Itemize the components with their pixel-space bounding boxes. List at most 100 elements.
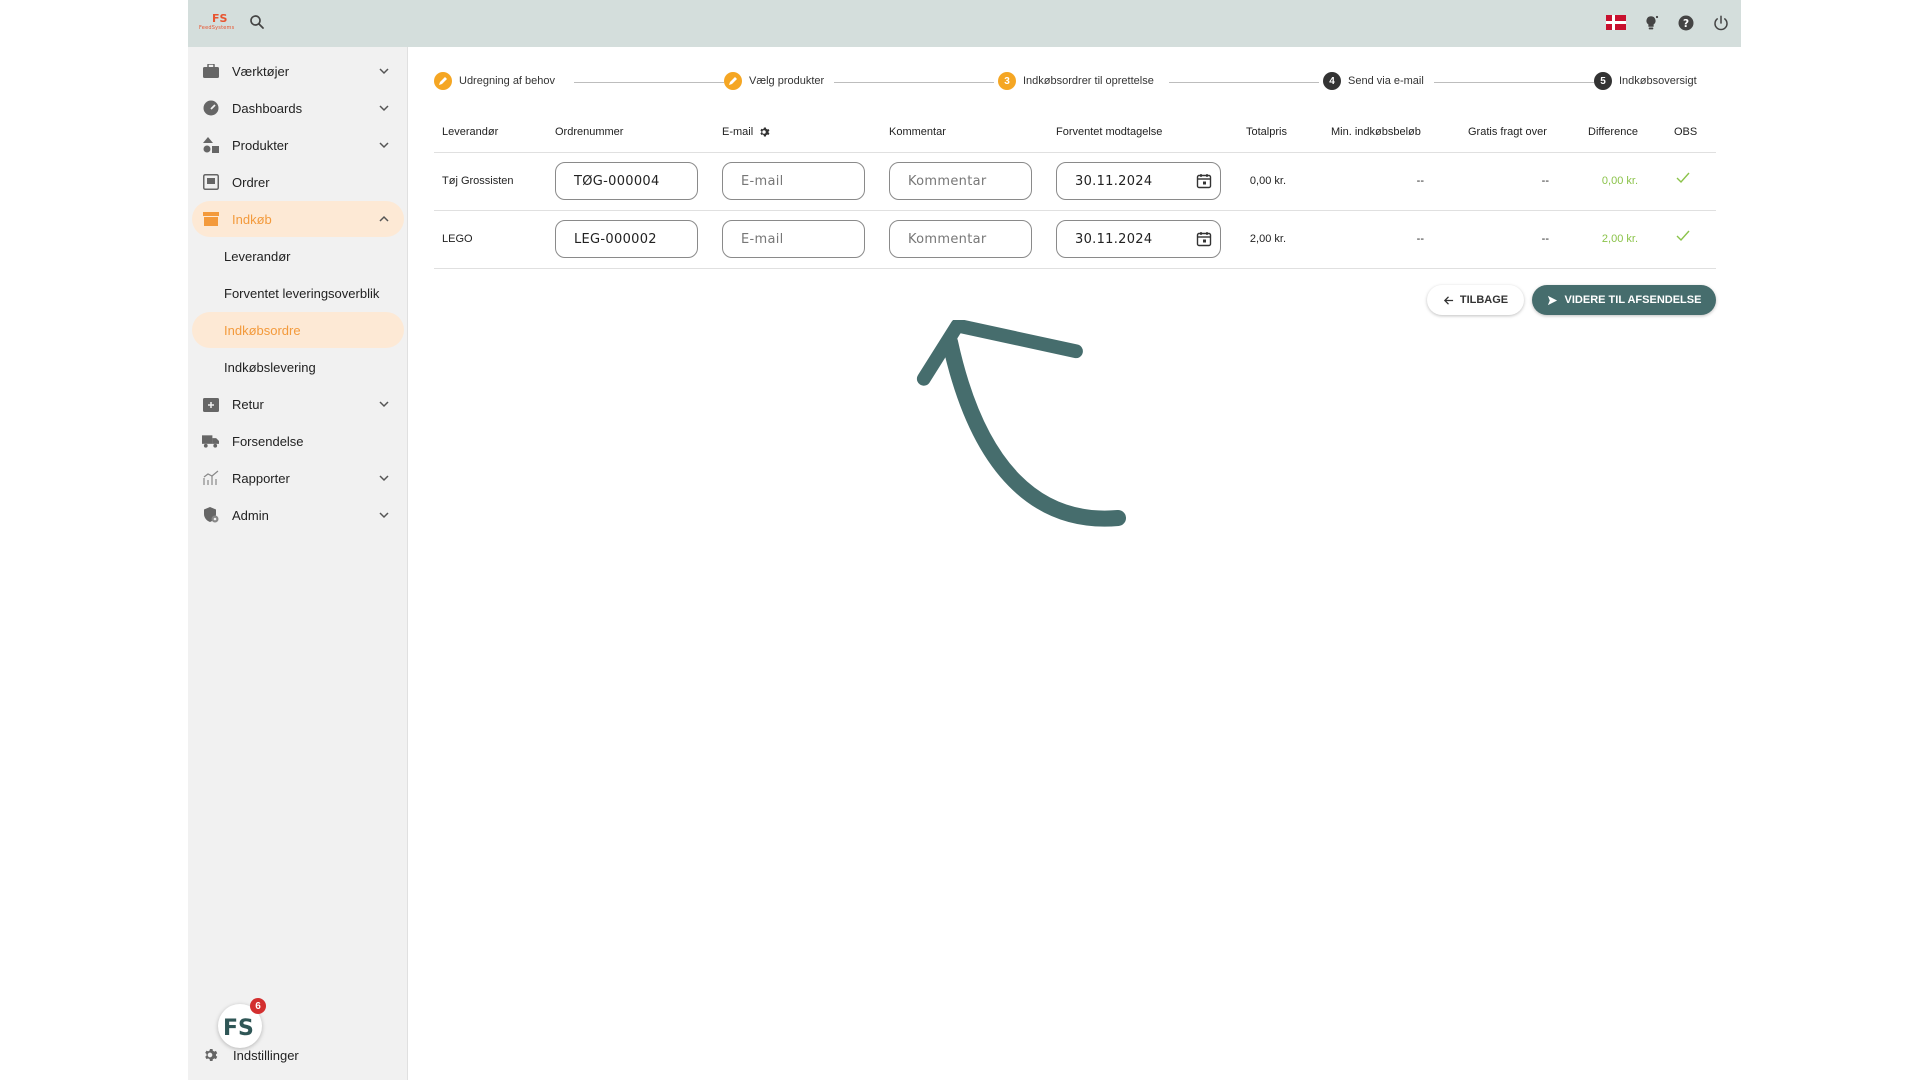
sidebar-item-label: Indkøb — [232, 211, 272, 227]
sidebar-item-label: Værktøjer — [232, 63, 290, 79]
sidebar-subitem-indkoebslevering[interactable]: Indkøbslevering — [192, 349, 404, 385]
fs-chat-button[interactable]: FS 6 — [218, 998, 266, 1048]
column-header: Difference — [1588, 126, 1638, 138]
sidebar-item-ordrer[interactable]: Ordrer — [192, 164, 404, 200]
comment-input[interactable]: Kommentar — [889, 220, 1032, 258]
sidebar-item-admin[interactable]: Admin — [192, 497, 404, 533]
step-number: 5 — [1594, 72, 1612, 90]
send-icon — [1547, 295, 1557, 305]
app-frame: FS FeedSystems ? Værktøjer Dashboards Pr… — [188, 0, 1741, 1080]
sidebar-item-label: Forsendelse — [232, 433, 304, 449]
stepper-connector — [574, 82, 724, 83]
column-header: Kommentar — [889, 126, 946, 138]
free-shipping-cell: -- — [1541, 233, 1549, 245]
step-udregning[interactable]: Udregning af behov — [434, 72, 562, 90]
step-indkoebsordrer[interactable]: 3 Indkøbsordrer til oprettelse — [998, 72, 1160, 90]
settings-button[interactable]: Indstillinger — [202, 1047, 299, 1064]
step-label: Indkøbsordrer til oprettelse — [1023, 75, 1154, 87]
row-divider — [434, 268, 1716, 269]
expected-date-input[interactable]: 30.11.2024 — [1056, 220, 1221, 258]
gear-icon[interactable] — [758, 126, 770, 138]
header-divider — [434, 152, 1716, 153]
power-icon[interactable] — [1710, 12, 1731, 33]
shield-gear-icon — [202, 507, 219, 524]
min-purchase-cell: -- — [1416, 233, 1424, 245]
sidebar-subitem-label: Indkøbslevering — [224, 359, 316, 375]
comment-placeholder: Kommentar — [908, 173, 987, 189]
stepper-connector — [1434, 82, 1594, 83]
expected-date-value: 30.11.2024 — [1075, 173, 1153, 189]
column-header: Leverandør — [442, 126, 499, 138]
step-send-via-email[interactable]: 4 Send via e-mail — [1323, 72, 1430, 90]
step-number: 3 — [998, 72, 1016, 90]
email-placeholder: E-mail — [741, 173, 784, 189]
order-number-input[interactable]: TØG-000004 — [555, 162, 698, 200]
sidebar-item-indkoeb[interactable]: Indkøb — [192, 201, 404, 237]
logo-word: FeedSystems — [199, 25, 235, 31]
expected-date-input[interactable]: 30.11.2024 — [1056, 162, 1221, 200]
column-header: Forventet modtagelse — [1056, 126, 1163, 138]
calendar-icon[interactable] — [1196, 231, 1212, 247]
difference-cell: 2,00 kr. — [1601, 233, 1638, 245]
comment-placeholder: Kommentar — [908, 231, 987, 247]
gear-icon — [202, 1047, 219, 1064]
sidebar-item-retur[interactable]: Retur — [192, 386, 404, 422]
sidebar-item-produkter[interactable]: Produkter — [192, 127, 404, 163]
app-logo[interactable]: FS FeedSystems — [198, 12, 240, 34]
stepper-connector — [1169, 82, 1319, 83]
sidebar: Værktøjer Dashboards Produkter Ordrer In… — [188, 47, 408, 1080]
order-number-value: TØG-000004 — [574, 173, 660, 189]
arrow-left-icon — [1443, 295, 1453, 305]
danish-flag-icon[interactable] — [1605, 12, 1626, 33]
sidebar-item-label: Produkter — [232, 137, 289, 153]
chevron-down-icon — [379, 475, 389, 482]
check-icon — [1676, 172, 1690, 184]
calendar-icon[interactable] — [1196, 173, 1212, 189]
sidebar-item-dashboards[interactable]: Dashboards — [192, 90, 404, 126]
step-indkoebsoversigt[interactable]: 5 Indkøbsoversigt — [1594, 72, 1703, 90]
sidebar-item-rapporter[interactable]: Rapporter — [192, 460, 404, 496]
step-label: Udregning af behov — [459, 75, 556, 87]
column-header: Ordrenummer — [555, 126, 624, 138]
sidebar-subitem-label: Forventet leveringsoverblik — [224, 285, 380, 301]
sidebar-item-label: Dashboards — [232, 100, 303, 116]
comment-input[interactable]: Kommentar — [889, 162, 1032, 200]
order-number-input[interactable]: LEG-000002 — [555, 220, 698, 258]
chevron-down-icon — [379, 68, 389, 75]
difference-cell: 0,00 kr. — [1601, 175, 1638, 187]
chevron-down-icon — [379, 142, 389, 149]
inbox-icon — [202, 174, 219, 191]
stepper-connector — [834, 82, 994, 83]
help-icon[interactable]: ? — [1675, 12, 1696, 33]
logo-mark: FS — [212, 12, 228, 25]
sidebar-subitem-forventet-leveringsoverblik[interactable]: Forventet leveringsoverblik — [192, 275, 404, 311]
step-label: Vælg produkter — [749, 75, 825, 87]
chevron-down-icon — [379, 401, 389, 408]
total-price-cell: 0,00 kr. — [1249, 175, 1286, 187]
chevron-up-icon — [379, 215, 389, 222]
svg-text:?: ? — [1682, 17, 1688, 29]
chevron-down-icon — [379, 105, 389, 112]
sidebar-subitem-indkoebsordre[interactable]: Indkøbsordre — [192, 312, 404, 348]
check-icon — [1676, 230, 1690, 242]
email-placeholder: E-mail — [741, 231, 784, 247]
store-icon — [202, 211, 219, 228]
sidebar-item-label: Retur — [232, 396, 264, 412]
column-header: E-mail — [722, 126, 754, 138]
step-number: 4 — [1323, 72, 1341, 90]
continue-to-sending-button[interactable]: VIDERE TIL AFSENDELSE — [1532, 285, 1716, 315]
back-button[interactable]: TILBAGE — [1427, 285, 1524, 315]
column-header: Totalpris — [1246, 126, 1287, 138]
back-button-label: TILBAGE — [1459, 294, 1509, 306]
chevron-down-icon — [379, 512, 389, 519]
sidebar-subitem-leverandoer[interactable]: Leverandør — [192, 238, 404, 274]
sidebar-item-vaerktoejer[interactable]: Værktøjer — [192, 53, 404, 89]
search-icon[interactable] — [248, 13, 268, 33]
sidebar-item-forsendelse[interactable]: Forsendelse — [192, 423, 404, 459]
email-input[interactable]: E-mail — [722, 220, 865, 258]
lightbulb-icon[interactable] — [1640, 12, 1661, 33]
column-header: OBS — [1674, 126, 1698, 138]
email-input[interactable]: E-mail — [722, 162, 865, 200]
pencil-icon — [434, 72, 452, 90]
step-vaelg-produkter[interactable]: Vælg produkter — [724, 72, 831, 90]
